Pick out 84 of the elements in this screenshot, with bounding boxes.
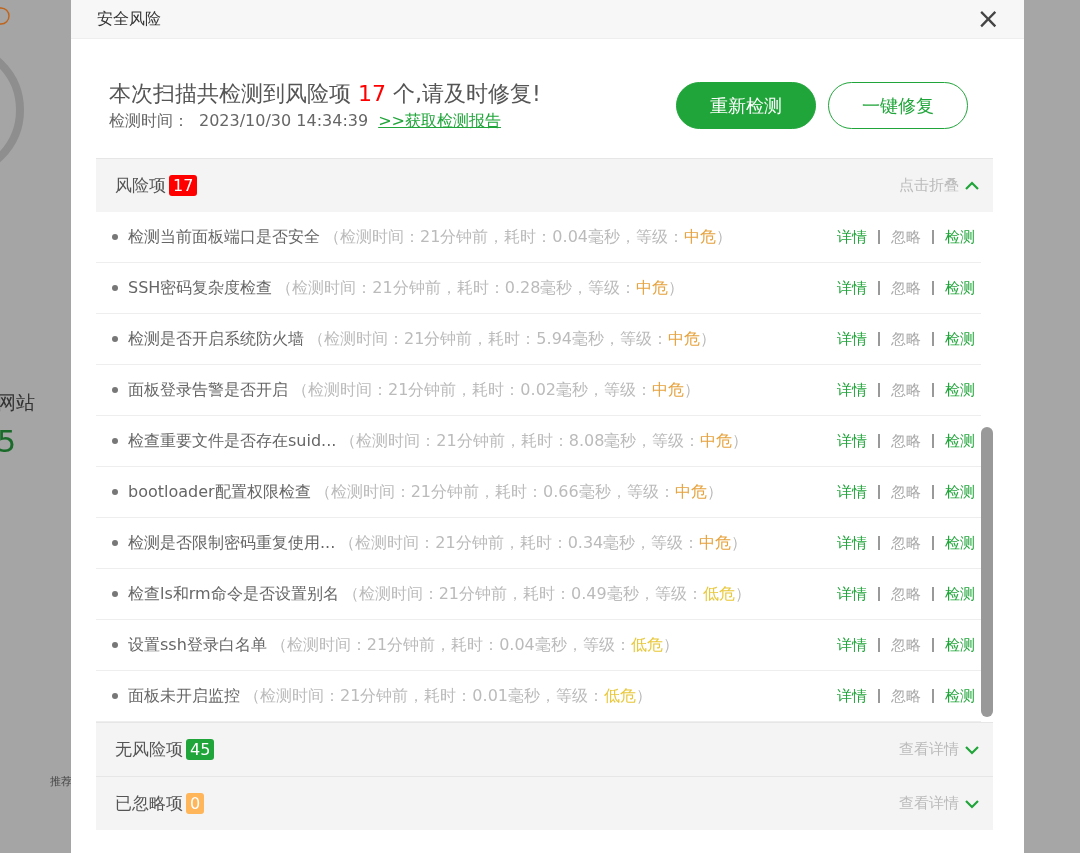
ignore-link[interactable]: 忽略 xyxy=(891,278,921,298)
section-title: 已忽略项 xyxy=(115,792,183,815)
check-detail: （检测时间：21分钟前，耗时：0.28毫秒，等级：中危） xyxy=(276,277,685,299)
ignore-link[interactable]: 忽略 xyxy=(891,533,921,553)
chevron-down-icon xyxy=(965,744,979,755)
check-link[interactable]: 检测 xyxy=(945,482,975,502)
check-link[interactable]: 检测 xyxy=(945,533,975,553)
fix-all-button[interactable]: 一键修复 xyxy=(828,82,968,129)
check-detail: （检测时间：21分钟前，耗时：0.01毫秒，等级：低危） xyxy=(244,685,652,707)
check-link[interactable]: 检测 xyxy=(945,686,975,706)
details-link[interactable]: 详情 xyxy=(837,584,867,604)
check-detail: （检测时间：21分钟前，耗时：0.04毫秒，等级：低危） xyxy=(270,634,679,656)
check-link[interactable]: 检测 xyxy=(945,584,975,604)
close-button[interactable]: × xyxy=(976,5,1000,33)
ignore-link[interactable]: 忽略 xyxy=(891,431,921,451)
count-badge: 0 xyxy=(186,793,205,814)
bullet-icon xyxy=(112,438,118,444)
details-link[interactable]: 详情 xyxy=(837,380,867,400)
section-toggle[interactable]: 查看详情 xyxy=(899,740,979,759)
check-detail: （检测时间：21分钟前，耗时：5.94毫秒，等级：中危） xyxy=(308,328,716,350)
details-link[interactable]: 详情 xyxy=(837,431,867,451)
check-link[interactable]: 检测 xyxy=(945,380,975,400)
check-name: bootloader配置权限检查 xyxy=(128,481,311,503)
background-count: 5 xyxy=(0,424,17,459)
check-detail: （检测时间：21分钟前，耗时：0.66毫秒，等级：中危） xyxy=(314,481,723,503)
check-detail: （检测时间：21分钟前，耗时：0.02毫秒，等级：中危） xyxy=(292,379,700,401)
check-link[interactable]: 检测 xyxy=(945,227,975,247)
check-name: 面板未开启监控 xyxy=(128,685,240,707)
check-name: 检测是否限制密码重复使用... xyxy=(128,532,336,554)
report-link[interactable]: >>获取检测报告 xyxy=(378,111,501,132)
details-link[interactable]: 详情 xyxy=(837,686,867,706)
details-link[interactable]: 详情 xyxy=(837,482,867,502)
check-name: 面板登录告警是否开启 xyxy=(128,379,288,401)
bullet-icon xyxy=(112,285,118,291)
check-detail: （检测时间：21分钟前，耗时：0.04毫秒，等级：中危） xyxy=(324,226,732,248)
ignore-link[interactable]: 忽略 xyxy=(891,686,921,706)
background-note: 推荐 xyxy=(50,774,71,789)
ignore-link[interactable]: 忽略 xyxy=(891,635,921,655)
bullet-icon xyxy=(112,693,118,699)
check-link[interactable]: 检测 xyxy=(945,329,975,349)
section-header[interactable]: 已忽略项 0 查看详情 xyxy=(96,776,993,830)
scan-time: 2023/10/30 14:34:39 xyxy=(199,111,369,130)
check-link[interactable]: 检测 xyxy=(945,431,975,451)
check-link[interactable]: 检测 xyxy=(945,635,975,655)
scrollbar-thumb[interactable] xyxy=(981,427,993,717)
time-label: 检测时间： xyxy=(109,111,189,132)
ignore-link[interactable]: 忽略 xyxy=(891,584,921,604)
check-detail: （检测时间：21分钟前，耗时：8.08毫秒，等级：中危） xyxy=(340,430,749,452)
section-toggle[interactable]: 查看详情 xyxy=(899,794,979,813)
details-link[interactable]: 详情 xyxy=(837,635,867,655)
ignore-link[interactable]: 忽略 xyxy=(891,380,921,400)
count-badge: 17 xyxy=(169,175,198,196)
chevron-down-icon xyxy=(965,798,979,809)
rescan-button[interactable]: 重新检测 xyxy=(676,82,816,129)
check-name: 检测是否开启系统防火墙 xyxy=(128,328,304,350)
section-title: 无风险项 xyxy=(115,738,183,761)
bullet-icon xyxy=(112,387,118,393)
check-name: 设置ssh登录白名单 xyxy=(128,634,267,656)
check-link[interactable]: 检测 xyxy=(945,278,975,298)
check-name: 检查ls和rm命令是否设置别名 xyxy=(128,583,339,605)
check-detail: （检测时间：21分钟前，耗时：0.34毫秒，等级：中危） xyxy=(339,532,748,554)
details-link[interactable]: 详情 xyxy=(837,278,867,298)
scan-summary: 本次扫描共检测到风险项 17 个,请及时修复! xyxy=(109,80,541,108)
check-name: SSH密码复杂度检查 xyxy=(128,277,273,299)
details-link[interactable]: 详情 xyxy=(837,533,867,553)
ignore-link[interactable]: 忽略 xyxy=(891,482,921,502)
check-name: 检查重要文件是否存在suid... xyxy=(128,430,337,452)
count-badge: 45 xyxy=(186,739,215,760)
check-detail: （检测时间：21分钟前，耗时：0.49毫秒，等级：低危） xyxy=(342,583,751,605)
check-name: 检测当前面板端口是否安全 xyxy=(128,226,320,248)
details-link[interactable]: 详情 xyxy=(837,329,867,349)
bullet-icon xyxy=(112,591,118,597)
chevron-up-icon xyxy=(965,180,979,191)
bullet-icon xyxy=(112,642,118,648)
ignore-link[interactable]: 忽略 xyxy=(891,329,921,349)
details-link[interactable]: 详情 xyxy=(837,227,867,247)
ignore-link[interactable]: 忽略 xyxy=(891,227,921,247)
bullet-icon xyxy=(112,540,118,546)
bullet-icon xyxy=(112,489,118,495)
bullet-icon xyxy=(112,234,118,240)
section-header[interactable]: 无风险项 45 查看详情 xyxy=(96,722,993,776)
section-title: 风险项 xyxy=(115,174,166,197)
bullet-icon xyxy=(112,336,118,342)
dialog-title: 安全风险 xyxy=(97,8,161,30)
